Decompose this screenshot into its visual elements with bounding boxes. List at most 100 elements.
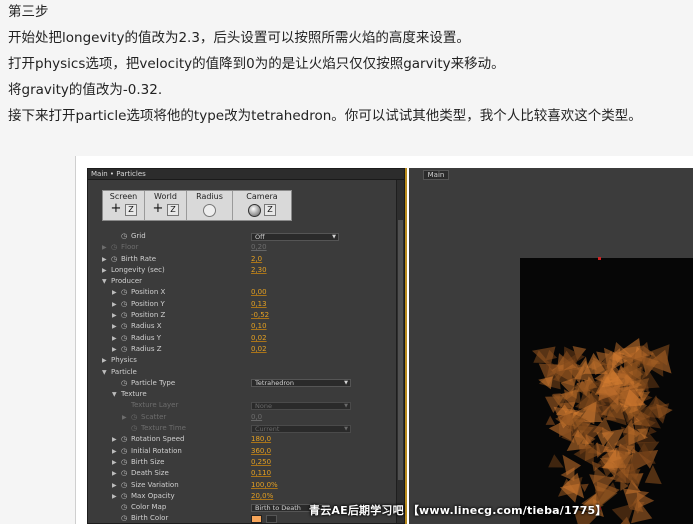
property-label: Floor: [121, 243, 139, 252]
twirl-open-icon[interactable]: ▼: [102, 276, 107, 287]
property-row[interactable]: ▶ ◷ Radius Z 0,02: [88, 344, 404, 355]
property-row[interactable]: ▶ ◷ Size Variation 100,0%: [88, 480, 404, 491]
eyedropper-icon[interactable]: [266, 514, 277, 523]
property-dropdown[interactable]: None ▼: [251, 401, 351, 410]
stopwatch-icon[interactable]: ◷: [121, 468, 127, 479]
stopwatch-icon[interactable]: ◷: [111, 254, 117, 265]
radius-circle-icon[interactable]: [203, 204, 216, 217]
twirl-open-icon[interactable]: ▼: [112, 389, 117, 400]
property-value[interactable]: 100,0%: [251, 480, 278, 491]
twirl-closed-icon[interactable]: ▶: [112, 434, 117, 445]
twirl-closed-icon[interactable]: ▶: [112, 468, 117, 479]
stopwatch-icon[interactable]: ◷: [121, 321, 127, 332]
property-value[interactable]: 360,0: [251, 446, 271, 457]
particle-fire-render: [532, 338, 673, 524]
property-row[interactable]: ▼ Texture: [88, 389, 404, 400]
twirl-closed-icon[interactable]: ▶: [112, 310, 117, 321]
property-value[interactable]: 0,10: [251, 321, 267, 332]
twirl-closed-icon[interactable]: ▶: [102, 265, 107, 276]
property-row[interactable]: ▶ ◷ Position Z -0,52: [88, 310, 404, 321]
twirl-closed-icon[interactable]: ▶: [102, 242, 107, 253]
property-row[interactable]: ▶ ◷ Birth Rate 2,0: [88, 254, 404, 265]
camera-z-button[interactable]: Z: [264, 204, 276, 216]
property-row[interactable]: ▶ ◷ Floor 0,20: [88, 242, 404, 253]
property-value[interactable]: 2,30: [251, 265, 267, 276]
property-value[interactable]: 0,110: [251, 468, 271, 479]
stopwatch-icon[interactable]: ◷: [121, 502, 127, 513]
twirl-closed-icon[interactable]: ▶: [112, 457, 117, 468]
property-value[interactable]: 0,13: [251, 299, 267, 310]
stopwatch-icon[interactable]: ◷: [121, 513, 127, 523]
property-row[interactable]: ▶ ◷ Scatter 0,0: [88, 412, 404, 423]
twirl-closed-icon[interactable]: ▶: [112, 287, 117, 298]
property-row[interactable]: ▶ Longevity (sec) 2,30: [88, 265, 404, 276]
twirl-closed-icon[interactable]: ▶: [112, 491, 117, 502]
property-value[interactable]: 2,0: [251, 254, 262, 265]
screen-move-icon[interactable]: +: [110, 202, 122, 216]
stopwatch-icon[interactable]: ◷: [121, 491, 127, 502]
twirl-closed-icon[interactable]: ▶: [112, 480, 117, 491]
camera-orbit-icon[interactable]: [248, 204, 261, 217]
property-row[interactable]: Texture Layer None ▼: [88, 400, 404, 411]
property-value[interactable]: 0,02: [251, 333, 267, 344]
property-value[interactable]: 0,00: [251, 287, 267, 298]
stopwatch-icon[interactable]: ◷: [131, 412, 137, 423]
property-value[interactable]: 0,20: [251, 242, 267, 253]
twirl-closed-icon[interactable]: ▶: [122, 412, 127, 423]
property-dropdown[interactable]: Off ▼: [251, 232, 339, 241]
stopwatch-icon[interactable]: ◷: [121, 480, 127, 491]
panel-scrollbar[interactable]: [396, 180, 404, 523]
stopwatch-icon[interactable]: ◷: [121, 299, 127, 310]
stopwatch-icon[interactable]: ◷: [121, 344, 127, 355]
property-row[interactable]: ▶ ◷ Radius Y 0,02: [88, 333, 404, 344]
view-tab-main[interactable]: Main: [423, 170, 449, 180]
property-value[interactable]: 0,250: [251, 457, 271, 468]
property-row[interactable]: ▶ ◷ Initial Rotation 360,0: [88, 446, 404, 457]
twirl-closed-icon[interactable]: ▶: [102, 254, 107, 265]
stopwatch-icon[interactable]: ◷: [131, 423, 137, 434]
property-row[interactable]: ▶ ◷ Radius X 0,10: [88, 321, 404, 332]
property-dropdown[interactable]: Current ▼: [251, 424, 351, 433]
property-value[interactable]: 20,0%: [251, 491, 273, 502]
property-row[interactable]: ▶ Physics: [88, 355, 404, 366]
stopwatch-icon[interactable]: ◷: [121, 310, 127, 321]
property-row[interactable]: ▶ ◷ Death Size 0,110: [88, 468, 404, 479]
twirl-closed-icon[interactable]: ▶: [112, 299, 117, 310]
stopwatch-icon[interactable]: ◷: [121, 287, 127, 298]
twirl-closed-icon[interactable]: ▶: [112, 344, 117, 355]
screen-z-button[interactable]: Z: [125, 204, 137, 216]
stopwatch-icon[interactable]: ◷: [121, 378, 127, 389]
twirl-closed-icon[interactable]: ▶: [112, 446, 117, 457]
twirl-open-icon[interactable]: ▼: [102, 367, 107, 378]
property-row[interactable]: ◷ Texture Time Current ▼: [88, 423, 404, 434]
stopwatch-icon[interactable]: ◷: [111, 242, 117, 253]
property-row[interactable]: ▶ ◷ Birth Size 0,250: [88, 457, 404, 468]
property-row[interactable]: ◷ Particle Type Tetrahedron ▼: [88, 378, 404, 389]
property-label: Size Variation: [131, 480, 179, 489]
property-value[interactable]: -0,52: [251, 310, 269, 321]
property-value[interactable]: 180,0: [251, 434, 271, 445]
property-row[interactable]: ▼ Particle: [88, 367, 404, 378]
color-swatch[interactable]: [251, 514, 262, 523]
stopwatch-icon[interactable]: ◷: [121, 333, 127, 344]
stopwatch-icon[interactable]: ◷: [121, 231, 127, 242]
property-row[interactable]: ▶ ◷ Position X 0,00: [88, 287, 404, 298]
property-row[interactable]: ◷ Grid Off ▼: [88, 231, 404, 242]
layer-handle-top[interactable]: [598, 257, 601, 260]
property-row[interactable]: ▶ ◷ Rotation Speed 180,0: [88, 434, 404, 445]
property-row[interactable]: ▶ ◷ Position Y 0,13: [88, 299, 404, 310]
property-dropdown[interactable]: Tetrahedron ▼: [251, 379, 351, 388]
property-row[interactable]: ▼ Producer: [88, 276, 404, 287]
property-row[interactable]: ▶ ◷ Max Opacity 20,0%: [88, 491, 404, 502]
stopwatch-icon[interactable]: ◷: [121, 434, 127, 445]
twirl-closed-icon[interactable]: ▶: [112, 321, 117, 332]
twirl-closed-icon[interactable]: ▶: [102, 355, 107, 366]
world-z-button[interactable]: Z: [167, 204, 179, 216]
property-value[interactable]: 0,0: [251, 412, 262, 423]
world-move-icon[interactable]: +: [152, 202, 164, 216]
scrollbar-thumb[interactable]: [398, 220, 403, 480]
property-value[interactable]: 0,02: [251, 344, 267, 355]
twirl-closed-icon[interactable]: ▶: [112, 333, 117, 344]
stopwatch-icon[interactable]: ◷: [121, 446, 127, 457]
stopwatch-icon[interactable]: ◷: [121, 457, 127, 468]
